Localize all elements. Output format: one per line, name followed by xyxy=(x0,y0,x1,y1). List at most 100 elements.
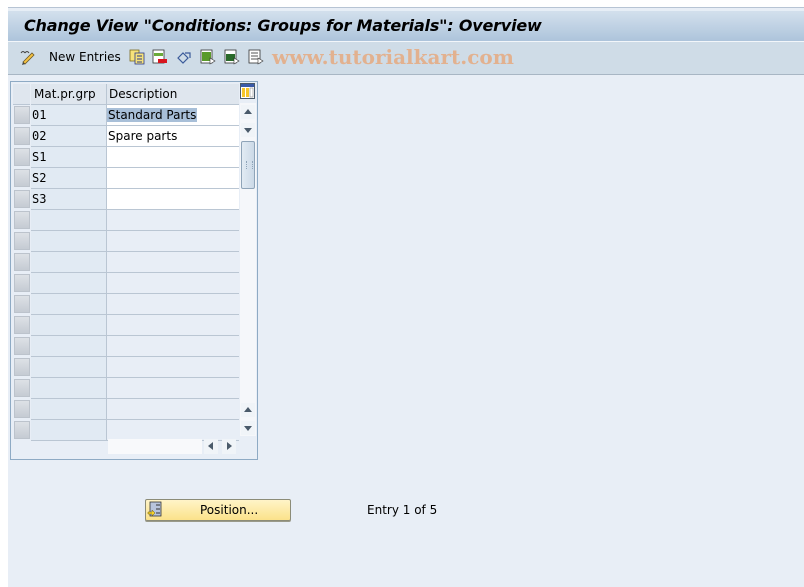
deselect-all-button[interactable] xyxy=(248,48,264,66)
cell-mat-pr-grp xyxy=(31,336,107,357)
cell-mat-pr-grp xyxy=(31,294,107,315)
column-header-description[interactable]: Description xyxy=(107,84,239,105)
row-selector[interactable] xyxy=(14,379,30,397)
mat-pr-grp-value: S3 xyxy=(32,192,47,206)
cell-description xyxy=(107,336,239,357)
cell-mat-pr-grp xyxy=(31,357,107,378)
select-all-icon xyxy=(200,49,216,65)
arrow-left-icon xyxy=(208,442,213,450)
delete-row-icon xyxy=(152,49,167,64)
cell-description xyxy=(107,399,239,420)
cell-mat-pr-grp: 01 xyxy=(31,105,107,126)
cell-description xyxy=(107,315,239,336)
table-row xyxy=(31,378,239,399)
table-row xyxy=(31,252,239,273)
arrow-up-icon xyxy=(244,109,252,114)
grip-icon xyxy=(246,161,253,169)
cell-description xyxy=(107,273,239,294)
row-selector[interactable] xyxy=(14,106,30,124)
scroll-up-button[interactable] xyxy=(241,105,255,119)
table-row xyxy=(31,273,239,294)
row-selector[interactable] xyxy=(14,337,30,355)
arrow-down-icon xyxy=(244,426,252,431)
table-row xyxy=(31,357,239,378)
column-header-label: Description xyxy=(109,87,178,101)
cell-mat-pr-grp xyxy=(31,378,107,399)
row-selector[interactable] xyxy=(14,232,30,250)
description-input[interactable]: Standard Parts xyxy=(107,108,198,122)
table-row xyxy=(31,210,239,231)
scroll-down-button[interactable] xyxy=(241,123,255,137)
select-block-icon xyxy=(224,49,240,65)
table-row xyxy=(31,315,239,336)
window-title: Change View "Conditions: Groups for Mate… xyxy=(24,16,542,35)
cell-mat-pr-grp xyxy=(31,210,107,231)
row-selector[interactable] xyxy=(14,421,30,439)
undo-change-button[interactable] xyxy=(176,48,192,66)
cell-mat-pr-grp: S3 xyxy=(31,189,107,210)
row-selector[interactable] xyxy=(14,316,30,334)
pencil-glasses-icon xyxy=(20,51,35,65)
table-row: S2 xyxy=(31,168,239,189)
cell-mat-pr-grp: S1 xyxy=(31,147,107,168)
row-selector[interactable] xyxy=(14,358,30,376)
scroll-page-up-button[interactable] xyxy=(241,403,255,417)
delete-button[interactable] xyxy=(152,48,168,66)
mat-pr-grp-value: S2 xyxy=(32,171,47,185)
select-block-button[interactable] xyxy=(224,48,240,66)
new-entries-button[interactable]: New Entries xyxy=(49,48,121,66)
scroll-left-button[interactable] xyxy=(204,439,218,454)
cell-description xyxy=(107,294,239,315)
scroll-right-button[interactable] xyxy=(222,439,236,454)
row-selector[interactable] xyxy=(14,295,30,313)
copy-as-button[interactable] xyxy=(129,48,145,66)
row-selector[interactable] xyxy=(14,148,30,166)
table-row xyxy=(31,294,239,315)
column-header-mat-pr-grp[interactable]: Mat.pr.grp xyxy=(31,84,107,105)
cell-mat-pr-grp xyxy=(31,399,107,420)
table-row xyxy=(31,420,239,441)
mat-pr-grp-value: 02 xyxy=(32,129,47,143)
select-all-rows-corner[interactable] xyxy=(13,84,30,105)
row-selector[interactable] xyxy=(14,274,30,292)
row-selector[interactable] xyxy=(14,127,30,145)
position-button[interactable]: Position... xyxy=(145,499,291,521)
row-selector[interactable] xyxy=(14,253,30,271)
new-entries-label: New Entries xyxy=(49,50,121,64)
position-button-label: Position... xyxy=(200,503,259,517)
select-all-button[interactable] xyxy=(200,48,216,66)
cell-description[interactable]: Standard Parts xyxy=(107,105,239,126)
cell-description[interactable] xyxy=(107,147,239,168)
horizontal-scrollbar[interactable] xyxy=(108,439,238,455)
cell-description[interactable]: Spare parts xyxy=(107,126,239,147)
cell-description xyxy=(107,378,239,399)
table-settings-button[interactable] xyxy=(240,83,255,99)
cell-description[interactable] xyxy=(107,168,239,189)
table-control: Mat.pr.grp Description 01 Standard Parts 0… xyxy=(10,81,258,460)
cell-description xyxy=(107,420,239,441)
cell-description xyxy=(107,252,239,273)
scroll-thumb[interactable] xyxy=(241,141,255,189)
table-row: S1 xyxy=(31,147,239,168)
cell-mat-pr-grp xyxy=(31,315,107,336)
scroll-page-down-button[interactable] xyxy=(241,421,255,435)
row-selector[interactable] xyxy=(14,190,30,208)
row-selector[interactable] xyxy=(14,169,30,187)
cell-mat-pr-grp xyxy=(31,231,107,252)
watermark-text: www.tutorialkart.com xyxy=(272,45,514,69)
vertical-scrollbar[interactable] xyxy=(240,103,256,436)
table-row: 01 Standard Parts xyxy=(31,105,239,126)
row-selector[interactable] xyxy=(14,400,30,418)
display-change-button[interactable] xyxy=(20,48,36,66)
table-row xyxy=(31,231,239,252)
cell-mat-pr-grp: S2 xyxy=(31,168,107,189)
cell-mat-pr-grp xyxy=(31,273,107,294)
title-bar: Change View "Conditions: Groups for Mate… xyxy=(8,10,804,41)
description-input[interactable]: Spare parts xyxy=(108,129,177,143)
deselect-all-icon xyxy=(248,49,264,65)
horizontal-scroll-track[interactable] xyxy=(108,439,202,454)
cell-description[interactable] xyxy=(107,189,239,210)
arrow-down-icon xyxy=(244,128,252,133)
cell-mat-pr-grp xyxy=(31,420,107,441)
row-selector[interactable] xyxy=(14,211,30,229)
